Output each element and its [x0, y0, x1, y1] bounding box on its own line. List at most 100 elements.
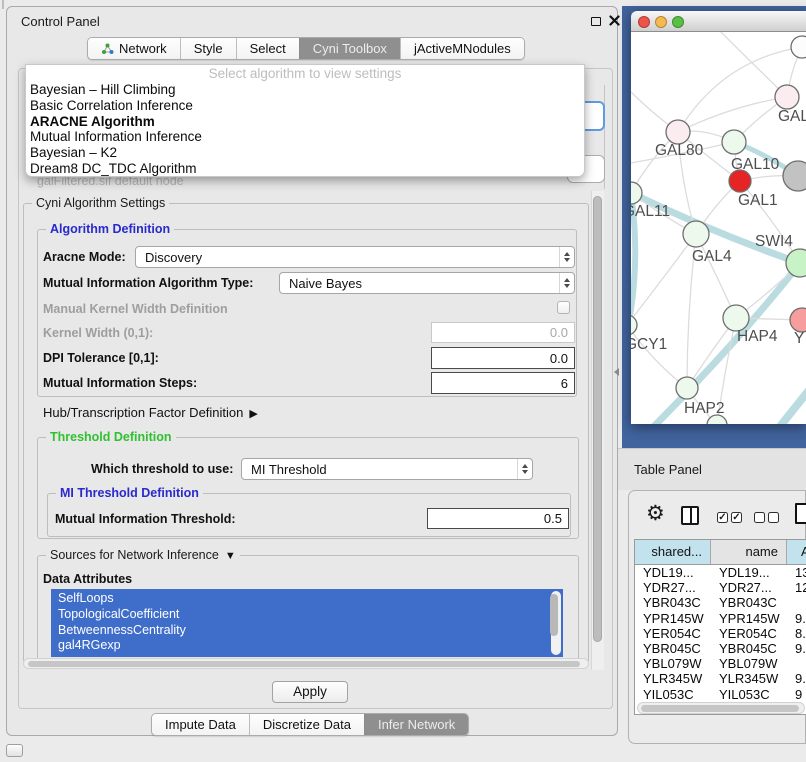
- gear-icon[interactable]: ⚙: [646, 503, 665, 524]
- tab-label: Cyni Toolbox: [313, 38, 387, 59]
- table-row[interactable]: YLR345WYLR345W9.: [635, 671, 806, 686]
- dropdown-item[interactable]: Basic Correlation Inference: [26, 98, 584, 114]
- hide-panel-icon[interactable]: [6, 744, 23, 757]
- tab-discretize-data[interactable]: Discretize Data: [249, 714, 364, 735]
- dpi-tolerance-input[interactable]: 0.0: [431, 347, 575, 369]
- attribute-item-selected[interactable]: SelfLoops: [51, 591, 563, 607]
- dropdown-item[interactable]: Bayesian – Hill Climbing: [26, 82, 584, 98]
- tab-cyni-toolbox[interactable]: Cyni Toolbox: [299, 38, 400, 59]
- table-hscrollbar[interactable]: [637, 702, 805, 714]
- settings-vscrollbar-thumb[interactable]: [593, 196, 602, 642]
- attribute-item-selected[interactable]: BetweennessCentrality: [51, 623, 563, 639]
- dropdown-item[interactable]: Dream8 DC_TDC Algorithm: [26, 161, 584, 177]
- sources-group-title[interactable]: Sources for Network Inference▼: [46, 548, 240, 562]
- mi-steps-input[interactable]: 6: [431, 372, 575, 394]
- settings-hscrollbar[interactable]: [23, 658, 589, 669]
- mi-threshold-input[interactable]: 0.5: [427, 508, 569, 529]
- tab-select[interactable]: Select: [236, 38, 299, 59]
- panel-title: Control Panel: [21, 14, 100, 29]
- tab-label: Discretize Data: [263, 714, 351, 735]
- node-label: GAL: [778, 108, 806, 125]
- deselect-all-icon[interactable]: [768, 512, 779, 523]
- table-cell: 8.: [787, 626, 806, 641]
- aracne-mode-label: Aracne Mode:: [43, 247, 126, 267]
- select-all-icon[interactable]: ✓: [731, 512, 742, 523]
- deselect-all-icon[interactable]: [754, 512, 765, 523]
- table-header-row: shared...nameA: [635, 540, 806, 565]
- network-node-gal10[interactable]: [722, 130, 746, 154]
- network-edge[interactable]: [631, 325, 687, 388]
- table-cell: 12.: [787, 580, 806, 595]
- dropdown-item[interactable]: Bayesian – K2: [26, 145, 584, 161]
- kernel-width-input[interactable]: 0.0: [431, 322, 575, 343]
- table-row[interactable]: YPR145WYPR145W9.: [635, 611, 806, 626]
- network-node[interactable]: [783, 161, 806, 191]
- settings-hscrollbar-thumb[interactable]: [28, 661, 580, 668]
- table-row[interactable]: YDR27...YDR27...12.: [635, 580, 806, 595]
- table-cell: YDL19...: [711, 565, 787, 580]
- network-window: GALGAL80GAL10GAL1GAL11SWI4GAL4GCY1HAP4YH…: [631, 11, 806, 424]
- dropdown-item[interactable]: ARACNE Algorithm: [26, 114, 584, 130]
- tab-label: Style: [194, 38, 223, 59]
- select-all-icon[interactable]: ✓: [717, 512, 728, 523]
- network-node-gcy1[interactable]: [631, 315, 637, 335]
- network-edge[interactable]: [721, 32, 787, 97]
- data-attributes-list[interactable]: SelfLoopsTopologicalCoefficientBetweenne…: [51, 589, 563, 657]
- table-row[interactable]: YDL19...YDL19...13.: [635, 565, 806, 580]
- algorithm-dropdown-popup: Select algorithm to view settings Bayesi…: [25, 64, 585, 177]
- network-node-hap2[interactable]: [676, 377, 698, 399]
- column-header[interactable]: name: [711, 540, 787, 564]
- table-row[interactable]: YBL079WYBL079W: [635, 656, 806, 671]
- attribute-item-selected[interactable]: gal4RGexp: [51, 638, 563, 654]
- table-row[interactable]: YBR045CYBR045C9.: [635, 641, 806, 656]
- hub-section-toggle[interactable]: Hub/Transcription Factor Definition▶: [43, 403, 258, 424]
- network-edge[interactable]: [696, 234, 736, 318]
- aracne-mode-value: Discovery: [136, 250, 559, 265]
- dropdown-item[interactable]: Mutual Information Inference: [26, 129, 584, 145]
- table-row[interactable]: YBR043CYBR043C: [635, 595, 806, 610]
- network-node[interactable]: [791, 36, 806, 58]
- tab-impute-data[interactable]: Impute Data: [152, 714, 249, 735]
- network-node-gal[interactable]: [775, 85, 799, 109]
- attribute-items: SelfLoopsTopologicalCoefficientBetweenne…: [51, 589, 563, 654]
- new-table-icon[interactable]: [795, 503, 806, 524]
- network-edge[interactable]: [743, 357, 806, 424]
- network-edge[interactable]: [631, 234, 696, 325]
- network-node-gal1[interactable]: [729, 170, 751, 192]
- aracne-mode-select[interactable]: Discovery: [135, 246, 575, 268]
- column-layout-icon[interactable]: [681, 506, 699, 525]
- close-panel-icon[interactable]: [609, 15, 620, 26]
- which-threshold-select[interactable]: MI Threshold: [241, 458, 533, 480]
- attributes-scrollbar-thumb[interactable]: [550, 594, 558, 636]
- float-panel-icon[interactable]: [591, 17, 601, 26]
- expanded-arrow-icon: ▼: [225, 550, 236, 562]
- minimize-traffic-light-icon[interactable]: [655, 16, 667, 28]
- attributes-scrollbar[interactable]: [551, 591, 561, 655]
- which-threshold-label: Which threshold to use:: [91, 459, 233, 479]
- apply-button[interactable]: Apply: [272, 681, 348, 703]
- network-node-gal4[interactable]: [683, 221, 709, 247]
- table-hscrollbar-thumb[interactable]: [641, 705, 799, 712]
- close-traffic-light-icon[interactable]: [638, 16, 650, 28]
- zoom-traffic-light-icon[interactable]: [672, 16, 684, 28]
- tab-jactivemnodules[interactable]: jActiveMNodules: [400, 38, 524, 59]
- table-row[interactable]: YIL053CYIL053C9: [635, 687, 806, 702]
- attribute-item-selected[interactable]: TopologicalCoefficient: [51, 607, 563, 623]
- manual-kernel-checkbox[interactable]: [557, 301, 570, 314]
- mi-algorithm-type-select[interactable]: Naive Bayes: [279, 272, 575, 294]
- network-edge[interactable]: [678, 97, 787, 132]
- tab-infer-network[interactable]: Infer Network: [364, 714, 468, 735]
- tab-style[interactable]: Style: [180, 38, 236, 59]
- split-pane-collapse-icon[interactable]: [614, 368, 619, 376]
- network-node-y[interactable]: [790, 308, 806, 332]
- column-header[interactable]: shared...: [635, 540, 711, 564]
- network-canvas[interactable]: GALGAL80GAL10GAL1GAL11SWI4GAL4GCY1HAP4YH…: [631, 32, 806, 424]
- network-node-gal80[interactable]: [666, 120, 690, 144]
- table-panel-header: Table Panel: [618, 448, 806, 490]
- column-header[interactable]: A: [787, 540, 806, 564]
- network-window-titlebar[interactable]: [631, 11, 806, 32]
- table-cell: 13.: [787, 565, 806, 580]
- table-row[interactable]: YER054CYER054C8.: [635, 626, 806, 641]
- node-label: Y: [794, 330, 804, 347]
- tab-network[interactable]: Network: [88, 38, 180, 59]
